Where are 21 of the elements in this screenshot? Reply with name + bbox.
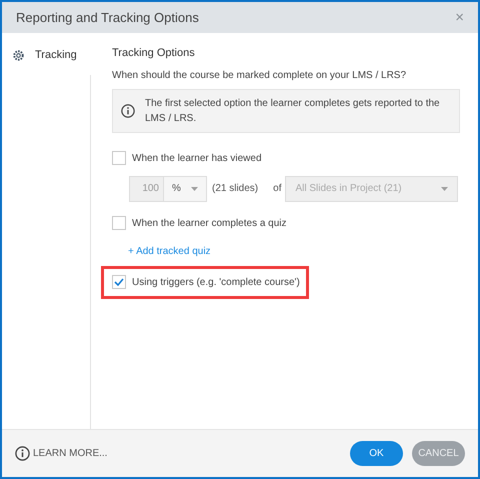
of-label: of	[273, 182, 282, 196]
checkbox[interactable]	[112, 275, 126, 289]
question-text: When should the course be marked complete on your LMS / LRS?	[112, 68, 408, 82]
cancel-button[interactable]: CANCEL	[412, 441, 465, 466]
gear-icon	[12, 48, 25, 62]
ok-button[interactable]: OK	[350, 441, 403, 466]
learn-more-link[interactable]: LEARN MORE...	[33, 446, 108, 461]
slides-count: (21 slides)	[212, 182, 258, 196]
info-icon	[15, 446, 30, 461]
option-label: Using triggers (e.g. 'complete course')	[132, 276, 300, 290]
option-label: When the learner has viewed	[132, 152, 262, 166]
close-button[interactable]: ×	[455, 10, 464, 25]
option-label: When the learner completes a quiz	[132, 216, 287, 230]
checkbox[interactable]	[112, 216, 126, 230]
section-title: Tracking Options	[112, 46, 196, 61]
add-quiz-link[interactable]: + Add tracked quiz	[128, 238, 458, 264]
info-icon	[121, 104, 135, 118]
window-title: Reporting and Tracking Options	[16, 8, 199, 27]
caret-icon	[191, 186, 198, 190]
caret-icon	[441, 186, 448, 190]
info-text: The first selected option the learner completes gets reported to the LMS / LRS.	[145, 96, 441, 126]
